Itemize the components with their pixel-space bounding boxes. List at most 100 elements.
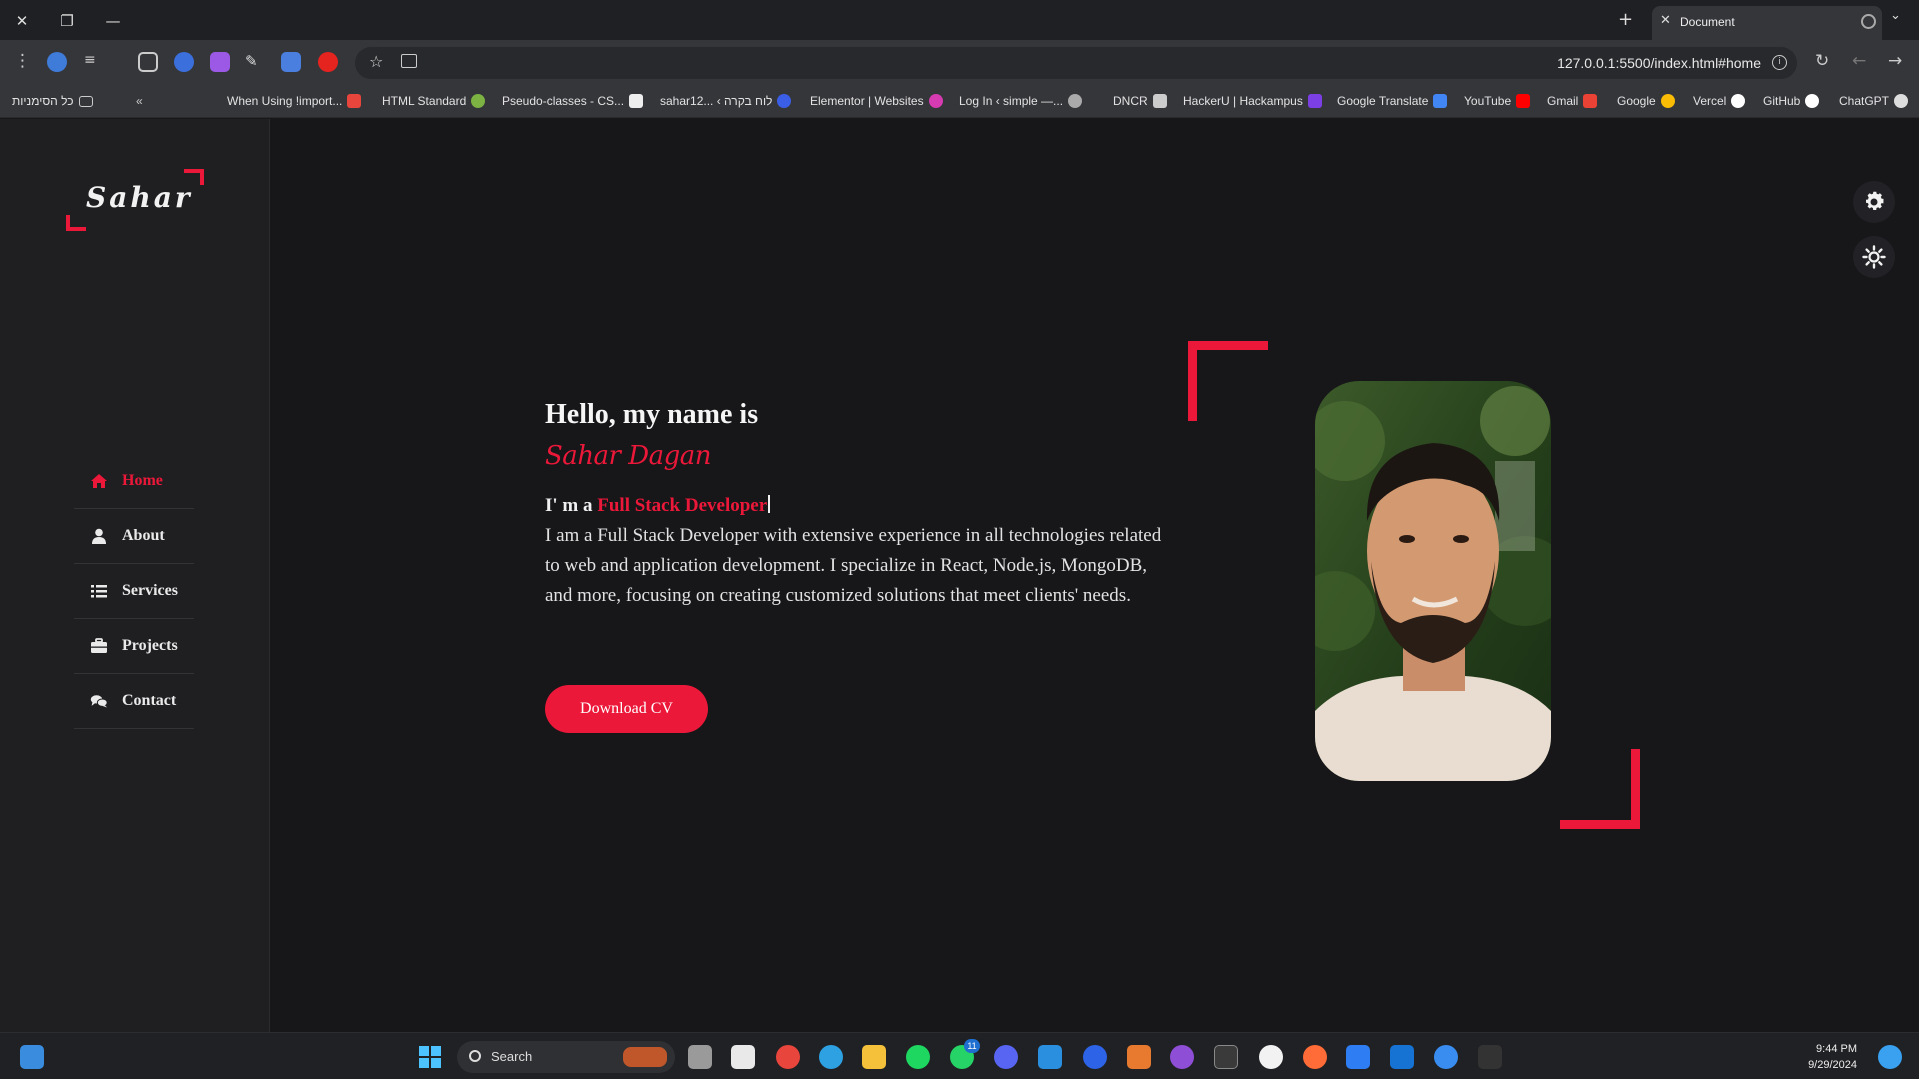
nav-item-services[interactable]: Services [74, 564, 194, 619]
back-arrow-icon[interactable]: ← [1852, 51, 1866, 71]
nav-item-about[interactable]: About [74, 509, 194, 564]
extension-icon-4[interactable] [318, 52, 338, 72]
app-icon-inactive[interactable] [1478, 1045, 1502, 1069]
tab-search-chevron-icon[interactable]: ⌄ [1890, 8, 1901, 23]
user-icon [92, 528, 106, 544]
widgets-icon[interactable] [20, 1045, 44, 1069]
outlook-icon[interactable] [1390, 1045, 1414, 1069]
bookmark-label: DNCR [1113, 94, 1148, 108]
tab-document[interactable]: ✕ Document [1652, 6, 1882, 40]
nav-item-home[interactable]: Home [74, 454, 194, 509]
bookmark-star-icon[interactable]: ☆ [369, 52, 383, 71]
nav-label: About [122, 527, 165, 544]
close-window-icon[interactable]: ✕ [11, 10, 33, 32]
all-bookmarks-label: כל הסימניות [12, 94, 74, 108]
minimize-window-icon[interactable]: — [102, 10, 124, 32]
globe-icon [1861, 14, 1876, 29]
all-bookmarks-folder[interactable]: כל הסימניות [12, 94, 93, 108]
list-icon [91, 585, 107, 598]
new-tab-button[interactable]: + [1618, 9, 1633, 30]
bookmark-item[interactable]: sahar12... ‹ לוח בקרה [660, 94, 792, 108]
task-view-icon[interactable] [688, 1045, 712, 1069]
postman-icon[interactable] [1303, 1045, 1327, 1069]
bookmark-favicon-icon [1068, 94, 1083, 108]
address-bar[interactable]: ☆ 127.0.0.1:5500/index.html#home i [355, 47, 1797, 79]
browser-toolbar: ⋮ ≡ ✎ ☆ 127.0.0.1:5500/index.html#home i… [0, 40, 1919, 86]
bookmark-item[interactable]: When Using !import... [227, 94, 362, 108]
bookmark-favicon-icon [471, 94, 486, 108]
bookmark-item[interactable]: ChatGPT [1839, 94, 1909, 108]
reading-list-icon[interactable]: ≡ [84, 52, 104, 72]
chrome-icon[interactable] [776, 1045, 800, 1069]
eyedropper-icon[interactable]: ✎ [245, 52, 265, 72]
extension-icon-1[interactable] [47, 52, 67, 72]
menu-dots-icon[interactable]: ⋮ [14, 51, 31, 71]
file-explorer-icon[interactable] [862, 1045, 886, 1069]
profile-photo [1315, 381, 1551, 781]
discord-icon[interactable] [994, 1045, 1018, 1069]
microsoft-store-icon[interactable] [731, 1045, 755, 1069]
bookmark-favicon-icon [928, 94, 943, 108]
close-tab-icon[interactable]: ✕ [1660, 13, 1671, 28]
start-menu-icon[interactable] [418, 1045, 442, 1069]
nav-item-projects[interactable]: Projects [74, 619, 194, 674]
bookmark-label: GitHub [1763, 94, 1801, 108]
github-desktop-icon[interactable] [1170, 1045, 1194, 1069]
bookmark-label: HTML Standard [382, 94, 467, 108]
bookmark-favicon-icon [1152, 94, 1167, 108]
edge-icon[interactable] [819, 1045, 843, 1069]
bookmark-item[interactable]: Vercel [1693, 94, 1746, 108]
download-cv-button[interactable]: Download CV [545, 685, 708, 733]
bookmark-favicon-icon [1805, 94, 1820, 108]
bookmark-item[interactable]: YouTube [1464, 94, 1531, 108]
bookmark-item[interactable]: Google [1617, 94, 1675, 108]
notes-icon[interactable] [1346, 1045, 1370, 1069]
reload-icon[interactable]: ↻ [1815, 51, 1829, 71]
theme-toggle[interactable] [1853, 236, 1895, 278]
extension-icon-2[interactable] [174, 52, 194, 72]
style-switcher-toggle[interactable] [1853, 181, 1895, 223]
copilot-icon[interactable] [1878, 1045, 1902, 1069]
system-clock[interactable]: 9:44 PM 9/29/2024 [1808, 1041, 1857, 1073]
xampp-icon[interactable] [1127, 1045, 1151, 1069]
nav-label: Services [122, 582, 178, 599]
url-text[interactable]: 127.0.0.1:5500/index.html#home [1557, 55, 1761, 71]
vscode-icon[interactable] [1038, 1045, 1062, 1069]
bookmark-item[interactable]: Google Translate [1337, 94, 1448, 108]
bookmark-item[interactable]: GitHub [1763, 94, 1820, 108]
bookmark-item[interactable]: DNCR [1113, 94, 1167, 108]
restore-window-icon[interactable]: ❐ [56, 10, 78, 32]
photo-frame-corner-bottom-right [1560, 749, 1640, 829]
bookmark-item[interactable]: Gmail [1547, 94, 1598, 108]
nav-item-contact[interactable]: Contact [74, 674, 194, 729]
site-info-icon[interactable]: i [1772, 55, 1787, 70]
spotify-icon[interactable] [906, 1045, 930, 1069]
bookmark-favicon-icon [1894, 94, 1909, 108]
share-icon[interactable] [401, 54, 417, 68]
terminal-icon[interactable] [1214, 1045, 1238, 1069]
whatsapp-icon[interactable]: 11 [950, 1039, 980, 1069]
app-icon[interactable] [1434, 1045, 1458, 1069]
extensions-puzzle-icon[interactable] [138, 52, 158, 72]
zoom-icon[interactable] [1083, 1045, 1107, 1069]
bookmark-label: YouTube [1464, 94, 1512, 108]
bookmark-item[interactable]: Elementor | Websites [810, 94, 943, 108]
bookmark-favicon-icon [347, 94, 362, 108]
taskbar-search[interactable]: Search [457, 1041, 675, 1073]
bookmark-item[interactable]: Pseudo-classes - CS... [502, 94, 644, 108]
whatsapp-badge: 11 [964, 1039, 980, 1053]
bookmarks-overflow-chevron-icon[interactable]: « [136, 94, 143, 108]
role-typed-text: Full Stack Developer [597, 495, 768, 516]
forward-arrow-icon[interactable]: → [1888, 51, 1902, 71]
bookmark-item[interactable]: HTML Standard [382, 94, 486, 108]
extension-icon-3[interactable] [210, 52, 230, 72]
translate-extension-icon[interactable] [281, 52, 301, 72]
bookmark-label: Pseudo-classes - CS... [502, 94, 625, 108]
taskbar-search-label: Search [491, 1049, 533, 1064]
nav-label: Home [122, 472, 163, 489]
mongodb-compass-icon[interactable] [1259, 1045, 1283, 1069]
bookmark-item[interactable]: HackerU | Hackampus [1183, 94, 1322, 108]
site-logo[interactable]: Sahar [66, 169, 204, 231]
bookmark-item[interactable]: Log In ‹ simple —... [959, 94, 1083, 108]
bookmark-label: Elementor | Websites [810, 94, 924, 108]
